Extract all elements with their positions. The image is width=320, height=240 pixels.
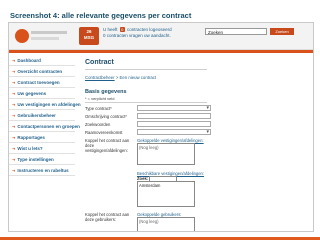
available-locations-list[interactable]: Amsterdam (137, 181, 195, 207)
field-label: Type contract* (85, 106, 112, 111)
messages-sub: MSG (83, 35, 95, 40)
arrow-icon: ➜ (12, 91, 16, 96)
sidebar-item-locations[interactable]: ➜ Uw vestigingen en afdelingen (9, 99, 81, 110)
arrow-icon: ➜ (12, 157, 16, 162)
keywords-field[interactable] (137, 121, 211, 127)
linked-users-list[interactable]: (Nog leeg) (137, 217, 195, 231)
status-line-1-suffix: contracten logeoseerd (127, 27, 172, 32)
users-block: Koppel het contract aan deze gebruikers:… (85, 211, 309, 231)
sidebar-nav: ➜ Dashboard ➜ Overzicht contracten ➜ Contra… (9, 55, 81, 231)
status-messages: U heeft 0 contracten logeoseerd 0 contra… (103, 27, 172, 39)
breadcrumb-link[interactable]: Contractbeheer (85, 75, 115, 80)
header-divider (9, 50, 313, 53)
sidebar-item-label: Dashboard (17, 58, 41, 63)
field-label: Omschrijving contract* (85, 114, 127, 119)
search-button[interactable]: Zoeken (270, 28, 294, 35)
link-locations-label: Koppel het contract aan deze vestigingen… (85, 138, 130, 153)
locations-block: Koppel het contract aan deze vestigingen… (85, 137, 309, 209)
description-field[interactable] (137, 113, 211, 119)
app-window: 26 MSG U heeft 0 contracten logeoseerd 0… (8, 22, 314, 232)
messages-badge[interactable]: 26 MSG (79, 27, 99, 45)
title-divider (85, 69, 207, 70)
form-row-description: Omschrijving contract* (85, 113, 307, 121)
section-divider (85, 102, 207, 103)
sidebar-item-reports[interactable]: ➜ Rapportages (9, 132, 75, 143)
search-input[interactable]: Zoeken (205, 28, 267, 35)
arrow-icon: ➜ (12, 168, 16, 173)
linked-locations-list[interactable]: (Nog leeg) (137, 143, 195, 165)
framework-select[interactable] (137, 129, 211, 135)
sidebar-item-label: Rapportages (17, 135, 45, 140)
sidebar-item-your-data[interactable]: ➜ Uw gegevens (9, 88, 75, 99)
form-row-keywords: Zoekwoorden (85, 121, 307, 129)
arrow-icon: ➜ (12, 146, 16, 151)
link-users-label: Koppel het contract aan deze gebruikers: (85, 212, 130, 222)
sidebar-item-label: Uw vestigingen en afdelingen (17, 102, 81, 107)
arrow-icon: ➜ (12, 135, 16, 140)
list-item[interactable]: Amsterdam (139, 183, 160, 188)
status-line-2: 0 contracten vragen uw aandacht. (103, 33, 171, 38)
sidebar-item-did-you-know[interactable]: ➜ Wist u lets? (9, 143, 75, 154)
arrow-icon: ➜ (12, 80, 16, 85)
breadcrumb-current: > Een nieuw contract (114, 75, 157, 80)
sidebar-item-add-contract[interactable]: ➜ Contract toevoegen (9, 77, 75, 88)
sidebar-item-instructions[interactable]: ➜ Instructeren en rabeltus (9, 165, 75, 176)
arrow-icon: ➜ (12, 124, 16, 129)
arrow-icon: ➜ (12, 58, 16, 63)
status-count-badge: 0 (119, 27, 125, 32)
form-row-type: Type contract* (85, 105, 307, 113)
field-label: Zoekwoorden (85, 122, 111, 127)
sidebar-item-label: Wist u lets? (17, 146, 43, 151)
required-note: * = verplicht veld (85, 96, 115, 101)
list-item[interactable]: (Nog leeg) (139, 219, 159, 224)
top-bar: 26 MSG U heeft 0 contracten logeoseerd 0… (9, 23, 313, 50)
breadcrumb: Contractbeheer > Een nieuw contract (85, 75, 309, 80)
sidebar-item-overview[interactable]: ➜ Overzicht contracten (9, 66, 75, 77)
form-row-framework: Raamovereenkomst (85, 129, 307, 137)
arrow-icon: ➜ (12, 69, 16, 74)
contract-type-select[interactable] (137, 105, 211, 111)
sidebar-item-dashboard[interactable]: ➜ Dashboard (9, 55, 75, 66)
arrow-icon: ➜ (12, 102, 16, 107)
section-title: Basis gegevens (85, 89, 127, 95)
sidebar-item-label: Gebruikersbeheer (17, 113, 56, 118)
field-label: Raamovereenkomst (85, 130, 123, 135)
sidebar-item-contacts[interactable]: ➜ Contactpersonen en groepen (9, 121, 80, 132)
sidebar-item-label: Uw gegevens (17, 91, 47, 96)
sidebar-item-label: Type instellingen (17, 157, 54, 162)
sidebar-item-label: Overzicht contracten (17, 69, 63, 74)
page-title: Contract (85, 59, 114, 66)
slide-title: Screenshot 4: alle relevante gegevens pe… (10, 11, 192, 20)
sidebar-item-type-settings[interactable]: ➜ Type instellingen (9, 154, 75, 165)
sidebar-item-label: Instructeren en rabeltus (17, 168, 69, 173)
app-logo (13, 25, 71, 47)
main-content: Contract Contractbeheer > Een nieuw cont… (85, 55, 309, 231)
list-item[interactable]: (Nog leeg) (139, 145, 159, 150)
sidebar-item-users[interactable]: ➜ Gebruikersbeheer (9, 110, 75, 121)
status-line-1-prefix: U heeft (103, 27, 118, 32)
arrow-icon: ➜ (12, 113, 16, 118)
sidebar-item-label: Contactpersonen en groepen (17, 124, 80, 129)
sidebar-item-label: Contract toevoegen (17, 80, 60, 85)
